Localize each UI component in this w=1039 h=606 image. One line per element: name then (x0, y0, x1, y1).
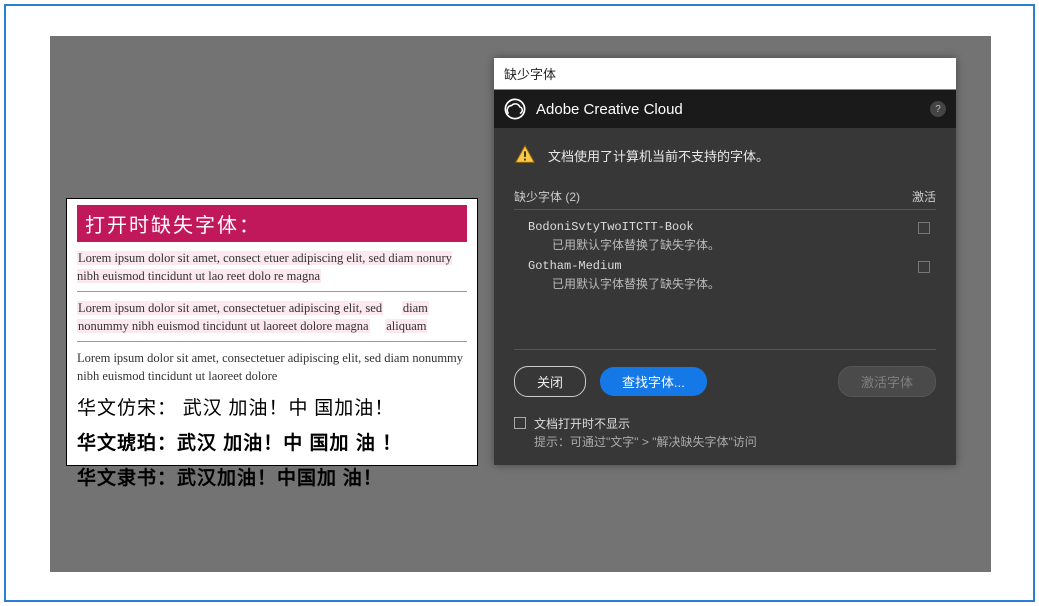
activate-fonts-button[interactable]: 激活字体 (838, 366, 936, 397)
missing-fonts-label: 缺少字体 (2) (514, 188, 580, 205)
font-status: 已用默认字体替换了缺失字体。 (528, 234, 936, 253)
activate-checkbox[interactable] (918, 261, 930, 273)
dialog-titlebar[interactable]: 缺少字体 (494, 58, 956, 90)
missing-fonts-dialog: 缺少字体 Adobe Creative Cloud ? 文档使用了计算机当前不支… (494, 58, 956, 465)
warning-text: 文档使用了计算机当前不支持的字体。 (548, 144, 769, 165)
font-name: BodoniSvtyTwoITCTT-Book (528, 220, 936, 234)
font-status: 已用默认字体替换了缺失字体。 (528, 273, 936, 292)
close-button[interactable]: 关闭 (514, 366, 586, 397)
warning-row: 文档使用了计算机当前不支持的字体。 (514, 144, 936, 166)
find-fonts-button[interactable]: 查找字体... (600, 367, 707, 396)
dont-show-checkbox[interactable] (514, 417, 526, 429)
cjk-line-2: 华文琥珀：武汉 加油！中 国加 油 ！ (77, 428, 467, 455)
button-row: 关闭 查找字体... 激活字体 (514, 366, 936, 397)
dialog-header: Adobe Creative Cloud ? (494, 90, 956, 128)
cjk-line-3: 华文隶书：武汉加油！中国加 油！ (77, 463, 467, 490)
font-item[interactable]: BodoniSvtyTwoITCTT-Book 已用默认字体替换了缺失字体。 (514, 216, 936, 255)
help-icon[interactable]: ? (930, 101, 946, 117)
font-list-header: 缺少字体 (2) 激活 (514, 188, 936, 209)
doc-paragraph-2: Lorem ipsum dolor sit amet, consectetuer… (77, 300, 467, 335)
doc-title: 打开时缺失字体： (77, 205, 467, 242)
hint-text: 提示：可通过"文字" > "解决缺失字体"访问 (534, 433, 757, 451)
dialog-body: 文档使用了计算机当前不支持的字体。 缺少字体 (2) 激活 BodoniSvty… (494, 128, 956, 465)
dont-show-row: 文档打开时不显示 提示：可通过"文字" > "解决缺失字体"访问 (514, 415, 936, 451)
cjk-line-1: 华文仿宋： 武汉 加油！中 国加油！ (77, 393, 467, 420)
dialog-header-title: Adobe Creative Cloud (536, 101, 683, 118)
activate-column-label: 激活 (912, 188, 936, 205)
dont-show-label: 文档打开时不显示 (534, 415, 757, 433)
doc-paragraph-3: Lorem ipsum dolor sit amet, consectetuer… (77, 350, 467, 385)
creative-cloud-icon (504, 98, 526, 120)
workspace: 打开时缺失字体： Lorem ipsum dolor sit amet, con… (50, 36, 991, 572)
font-list: BodoniSvtyTwoITCTT-Book 已用默认字体替换了缺失字体。 G… (514, 209, 936, 329)
document-preview: 打开时缺失字体： Lorem ipsum dolor sit amet, con… (66, 198, 478, 466)
activate-checkbox[interactable] (918, 222, 930, 234)
font-name: Gotham-Medium (528, 259, 936, 273)
warning-icon (514, 144, 536, 166)
font-item[interactable]: Gotham-Medium 已用默认字体替换了缺失字体。 (514, 255, 936, 294)
doc-paragraph-1: Lorem ipsum dolor sit amet, consect etue… (77, 250, 467, 285)
